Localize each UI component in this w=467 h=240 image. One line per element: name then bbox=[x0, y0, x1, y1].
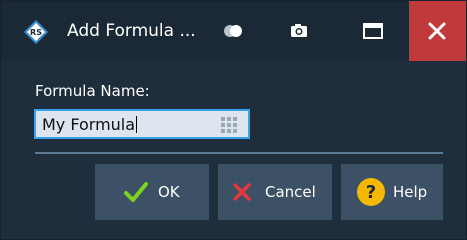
divider bbox=[35, 152, 443, 154]
maximize-icon bbox=[363, 23, 383, 39]
help-button[interactable]: ? Help bbox=[341, 164, 443, 220]
help-label: Help bbox=[393, 183, 428, 201]
checkmark-icon bbox=[124, 182, 148, 202]
camera-icon bbox=[291, 24, 307, 37]
close-icon bbox=[428, 22, 446, 40]
screenshot-button[interactable] bbox=[285, 18, 313, 44]
add-formula-dialog: RS Add Formula ... Formula Name: My Form… bbox=[0, 0, 467, 240]
toggle-view-button[interactable] bbox=[219, 18, 247, 44]
svg-text:RS: RS bbox=[30, 28, 42, 37]
toggle-icon bbox=[224, 25, 242, 37]
keypad-icon[interactable] bbox=[220, 116, 238, 134]
text-caret bbox=[136, 116, 138, 133]
formula-name-label: Formula Name: bbox=[35, 82, 150, 100]
formula-name-value: My Formula bbox=[42, 115, 136, 134]
close-button[interactable] bbox=[409, 1, 466, 61]
app-logo-icon: RS bbox=[24, 20, 48, 44]
cancel-x-icon bbox=[233, 183, 251, 201]
help-icon: ? bbox=[357, 178, 385, 206]
cancel-button[interactable]: Cancel bbox=[218, 164, 332, 220]
title-bar[interactable]: RS Add Formula ... bbox=[1, 1, 466, 61]
formula-name-input[interactable]: My Formula bbox=[34, 109, 250, 139]
maximize-button[interactable] bbox=[359, 18, 387, 44]
ok-label: OK bbox=[158, 183, 180, 201]
window-title: Add Formula ... bbox=[67, 21, 196, 41]
cancel-label: Cancel bbox=[265, 183, 316, 201]
svg-text:?: ? bbox=[366, 182, 376, 203]
ok-button[interactable]: OK bbox=[95, 164, 209, 220]
